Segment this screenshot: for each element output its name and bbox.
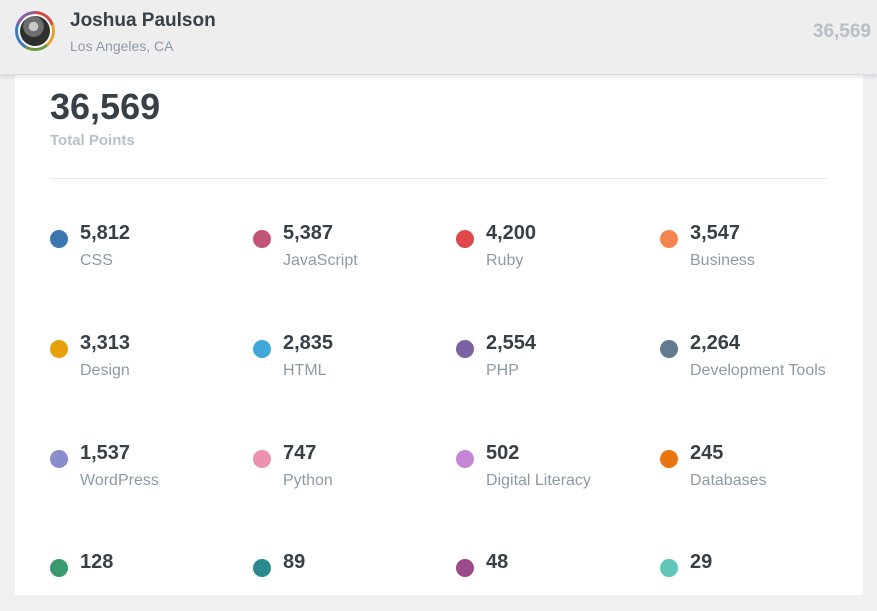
topic-color-dot: [253, 230, 271, 248]
header-points-total: 36,569: [812, 21, 871, 42]
topic-item-javascript[interactable]: 5,387 JavaScript: [253, 222, 443, 282]
topic-name: Business: [690, 252, 755, 269]
topic-points: 245: [690, 442, 724, 464]
avatar[interactable]: [15, 11, 55, 51]
topic-name: Python: [283, 472, 333, 489]
topic-color-dot: [50, 450, 68, 468]
avatar-frame: [18, 14, 52, 48]
topic-item-digital-literacy[interactable]: 502 Digital Literacy: [456, 442, 646, 502]
topic-name: Design: [80, 362, 130, 379]
topic-name: Digital Literacy: [486, 472, 591, 489]
topic-item-python[interactable]: 747 Python: [253, 442, 443, 502]
topic-points: 48: [486, 551, 509, 573]
topic-points: 5,812: [80, 222, 131, 244]
topic-points: 3,313: [80, 332, 131, 354]
topic-color-dot: [456, 559, 474, 577]
topic-color-dot: [456, 450, 474, 468]
topic-color-dot: [50, 340, 68, 358]
topic-item[interactable]: 89: [253, 551, 443, 611]
topic-item-design[interactable]: 3,313 Design: [50, 332, 240, 392]
total-points-label: Total Points: [50, 132, 135, 149]
topic-color-dot: [456, 340, 474, 358]
points-card: 36,569 Total Points 5,812 CSS 5,387 Java…: [15, 75, 863, 595]
topic-color-dot: [660, 450, 678, 468]
topic-points: 747: [283, 442, 317, 464]
topic-points: 3,547: [690, 222, 741, 244]
avatar-photo: [20, 16, 50, 46]
topic-name: HTML: [283, 362, 327, 379]
topic-color-dot: [253, 340, 271, 358]
topic-name: WordPress: [80, 472, 159, 489]
topic-item-wordpress[interactable]: 1,537 WordPress: [50, 442, 240, 502]
topic-points: 2,554: [486, 332, 537, 354]
divider: [50, 178, 827, 179]
topic-points: 5,387: [283, 222, 334, 244]
topic-name: PHP: [486, 362, 519, 379]
topic-item[interactable]: 128: [50, 551, 240, 611]
topic-name: CSS: [80, 252, 113, 269]
topic-item-databases[interactable]: 245 Databases: [660, 442, 850, 502]
topic-item-ruby[interactable]: 4,200 Ruby: [456, 222, 646, 282]
topic-item-development-tools[interactable]: 2,264 Development Tools: [660, 332, 850, 392]
topic-item[interactable]: 29: [660, 551, 850, 611]
topic-points: 29: [690, 551, 713, 573]
topic-item[interactable]: 48: [456, 551, 646, 611]
user-location: Los Angeles, CA: [70, 38, 174, 54]
topic-color-dot: [660, 230, 678, 248]
user-name[interactable]: Joshua Paulson: [70, 10, 216, 32]
total-points-value: 36,569: [50, 86, 161, 127]
topic-points: 2,835: [283, 332, 334, 354]
topic-points: 4,200: [486, 222, 537, 244]
topic-points: 502: [486, 442, 520, 464]
topic-name: Databases: [690, 472, 767, 489]
topic-points: 128: [80, 551, 114, 573]
profile-header: Joshua Paulson Los Angeles, CA 36,569: [0, 0, 877, 75]
topic-color-dot: [253, 450, 271, 468]
topic-points: 89: [283, 551, 306, 573]
topic-name: Ruby: [486, 252, 524, 269]
topic-name: Development Tools: [690, 362, 826, 379]
topic-points: 2,264: [690, 332, 741, 354]
topic-item-business[interactable]: 3,547 Business: [660, 222, 850, 282]
topic-color-dot: [660, 559, 678, 577]
topic-item-php[interactable]: 2,554 PHP: [456, 332, 646, 392]
topic-color-dot: [253, 559, 271, 577]
topic-points: 1,537: [80, 442, 131, 464]
topic-color-dot: [50, 230, 68, 248]
topic-name: JavaScript: [283, 252, 358, 269]
topic-item-html[interactable]: 2,835 HTML: [253, 332, 443, 392]
topic-color-dot: [50, 559, 68, 577]
topic-item-css[interactable]: 5,812 CSS: [50, 222, 240, 282]
topic-color-dot: [456, 230, 474, 248]
topic-color-dot: [660, 340, 678, 358]
